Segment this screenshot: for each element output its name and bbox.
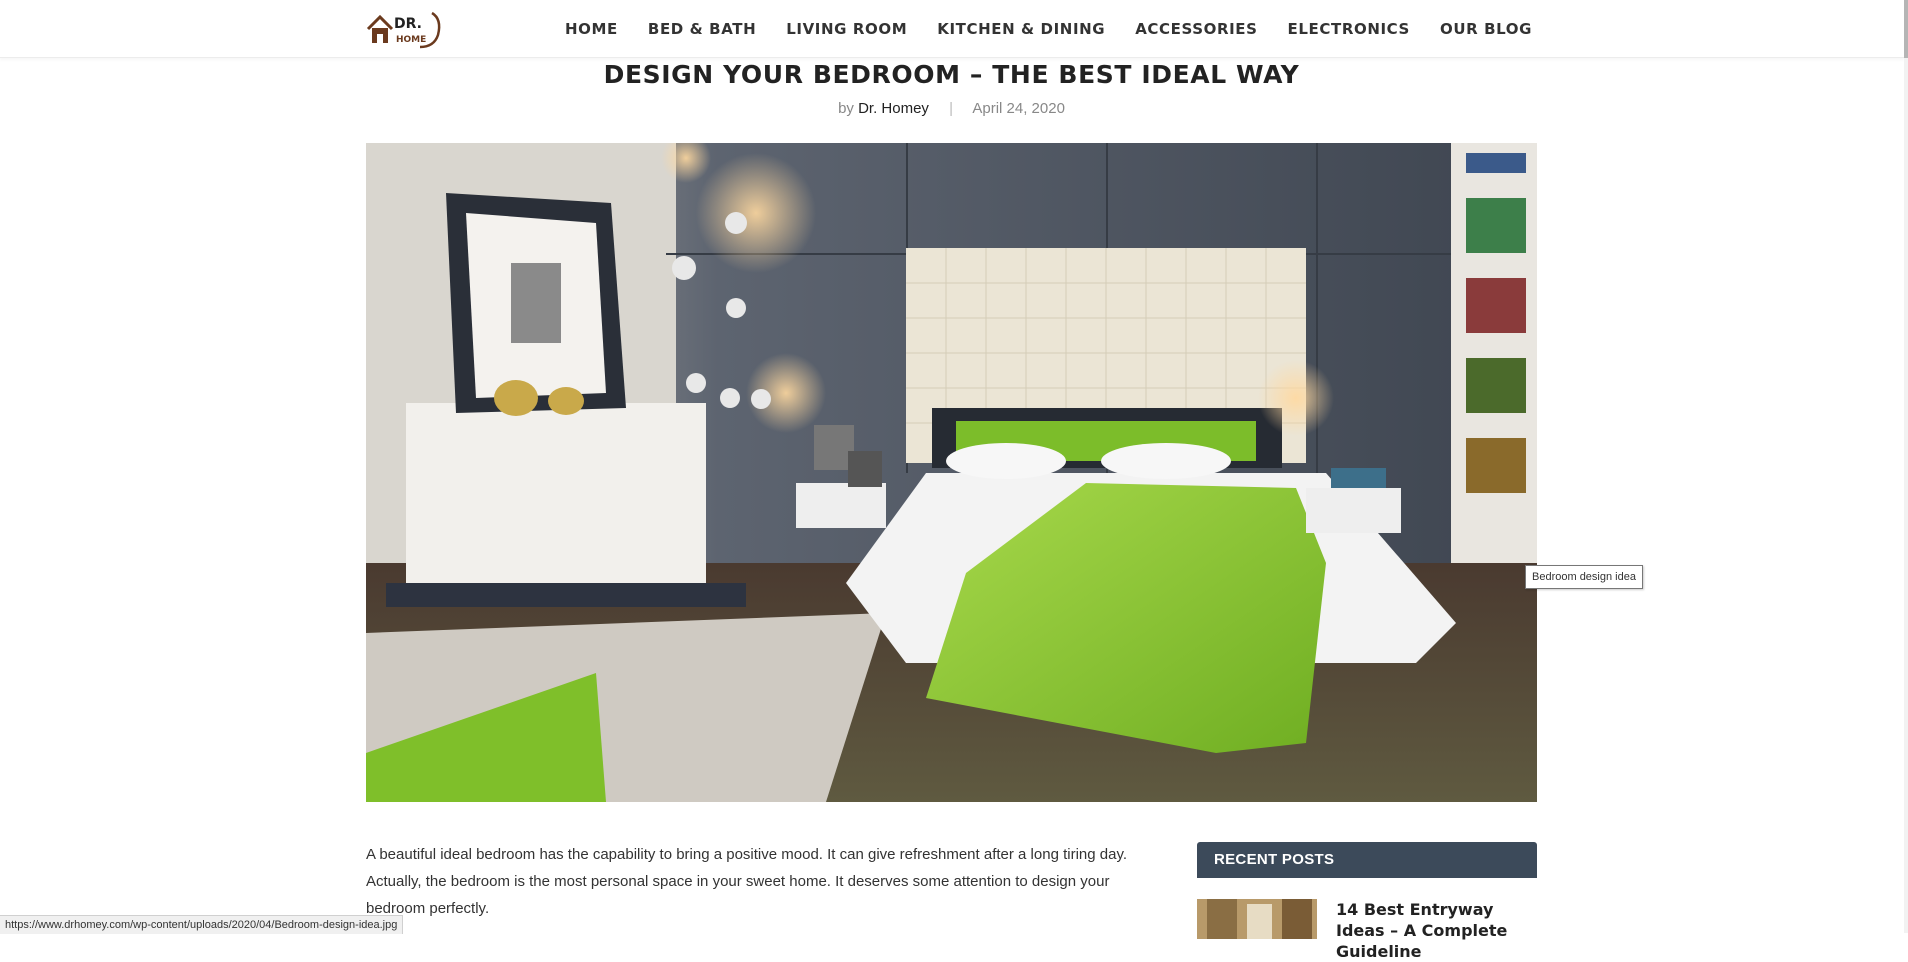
status-bar-url: https://www.drhomey.com/wp-content/uploa… bbox=[0, 915, 404, 934]
main-nav: HOME BED & BATH LIVING ROOM KITCHEN & DI… bbox=[535, 0, 1532, 57]
nav-our-blog[interactable]: OUR BLOG bbox=[1440, 20, 1532, 38]
recent-post-title[interactable]: 14 Best Entryway Ideas – A Complete Guid… bbox=[1336, 899, 1536, 962]
featured-image[interactable] bbox=[366, 143, 1537, 802]
article-meta: by Dr. Homey | April 24, 2020 bbox=[366, 100, 1537, 117]
nav-kitchen-dining[interactable]: KITCHEN & DINING bbox=[937, 20, 1105, 38]
site-header: DR. HOME HOME BED & BATH LIVING ROOM KIT… bbox=[0, 0, 1904, 58]
author-link[interactable]: Dr. Homey bbox=[858, 100, 929, 117]
nav-bed-bath[interactable]: BED & BATH bbox=[648, 20, 756, 38]
nav-electronics[interactable]: ELECTRONICS bbox=[1288, 20, 1410, 38]
logo-text-top: DR. bbox=[394, 16, 422, 32]
image-tooltip: Bedroom design idea bbox=[1525, 565, 1643, 589]
byline-prefix: by bbox=[838, 100, 854, 117]
nav-home[interactable]: HOME bbox=[565, 20, 618, 38]
scrollbar-thumb[interactable] bbox=[1904, 0, 1908, 58]
recent-post-thumbnail[interactable] bbox=[1197, 899, 1317, 939]
bedroom-illustration bbox=[366, 143, 1537, 802]
recent-posts-heading: RECENT POSTS bbox=[1197, 842, 1537, 878]
logo-text-bottom: HOME bbox=[396, 35, 426, 45]
article-paragraph: A beautiful ideal bedroom has the capabi… bbox=[366, 846, 1127, 917]
nav-accessories[interactable]: ACCESSORIES bbox=[1135, 20, 1257, 38]
nav-living-room[interactable]: LIVING ROOM bbox=[786, 20, 907, 38]
article-title: DESIGN YOUR BEDROOM – THE BEST IDEAL WAY bbox=[603, 60, 1300, 89]
entryway-thumbnail-image bbox=[1197, 899, 1317, 939]
page-scrollbar[interactable] bbox=[1904, 0, 1908, 933]
site-logo[interactable]: DR. HOME bbox=[366, 9, 446, 51]
meta-separator: | bbox=[949, 100, 954, 117]
post-date: April 24, 2020 bbox=[972, 100, 1065, 117]
